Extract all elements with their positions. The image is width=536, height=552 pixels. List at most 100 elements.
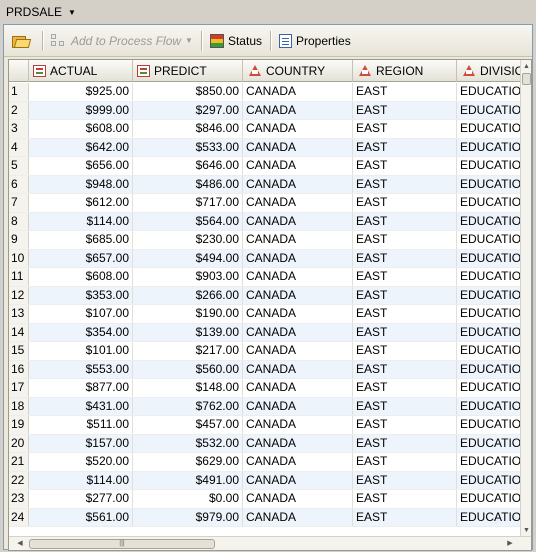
cell-actual[interactable]: $877.00 bbox=[29, 379, 133, 397]
cell-actual[interactable]: $101.00 bbox=[29, 342, 133, 360]
cell-division[interactable]: EDUCATIO bbox=[457, 175, 522, 193]
cell-country[interactable]: CANADA bbox=[243, 286, 353, 304]
cell-division[interactable]: EDUCATIO bbox=[457, 212, 522, 230]
row-number[interactable]: 23 bbox=[9, 490, 29, 508]
cell-country[interactable]: CANADA bbox=[243, 120, 353, 138]
table-row[interactable]: 17 $877.00 $148.00 CANADA EAST EDUCATIO bbox=[9, 379, 522, 398]
row-number[interactable]: 21 bbox=[9, 453, 29, 471]
cell-country[interactable]: CANADA bbox=[243, 305, 353, 323]
table-row[interactable]: 19 $511.00 $457.00 CANADA EAST EDUCATIO bbox=[9, 416, 522, 435]
row-number[interactable]: 11 bbox=[9, 268, 29, 286]
cell-region[interactable]: EAST bbox=[353, 379, 457, 397]
cell-country[interactable]: CANADA bbox=[243, 360, 353, 378]
cell-actual[interactable]: $948.00 bbox=[29, 175, 133, 193]
cell-actual[interactable]: $520.00 bbox=[29, 453, 133, 471]
cell-division[interactable]: EDUCATIO bbox=[457, 194, 522, 212]
table-row[interactable]: 16 $553.00 $560.00 CANADA EAST EDUCATIO bbox=[9, 360, 522, 379]
cell-predict[interactable]: $491.00 bbox=[133, 471, 243, 489]
tab-dropdown-icon[interactable]: ▼ bbox=[68, 8, 76, 17]
cell-division[interactable]: EDUCATIO bbox=[457, 490, 522, 508]
cell-country[interactable]: CANADA bbox=[243, 379, 353, 397]
cell-predict[interactable]: $148.00 bbox=[133, 379, 243, 397]
cell-country[interactable]: CANADA bbox=[243, 175, 353, 193]
cell-country[interactable]: CANADA bbox=[243, 157, 353, 175]
row-number[interactable]: 18 bbox=[9, 397, 29, 415]
cell-actual[interactable]: $553.00 bbox=[29, 360, 133, 378]
cell-division[interactable]: EDUCATIO bbox=[457, 379, 522, 397]
cell-predict[interactable]: $190.00 bbox=[133, 305, 243, 323]
cell-country[interactable]: CANADA bbox=[243, 453, 353, 471]
cell-actual[interactable]: $157.00 bbox=[29, 434, 133, 452]
add-to-process-flow-button[interactable]: Add to Process Flow ▼ bbox=[47, 30, 197, 52]
cell-region[interactable]: EAST bbox=[353, 120, 457, 138]
cell-country[interactable]: CANADA bbox=[243, 490, 353, 508]
cell-division[interactable]: EDUCATIO bbox=[457, 157, 522, 175]
cell-region[interactable]: EAST bbox=[353, 453, 457, 471]
cell-region[interactable]: EAST bbox=[353, 490, 457, 508]
cell-region[interactable]: EAST bbox=[353, 305, 457, 323]
cell-division[interactable]: EDUCATIO bbox=[457, 120, 522, 138]
cell-actual[interactable]: $608.00 bbox=[29, 268, 133, 286]
cell-region[interactable]: EAST bbox=[353, 101, 457, 119]
cell-country[interactable]: CANADA bbox=[243, 268, 353, 286]
table-row[interactable]: 8 $114.00 $564.00 CANADA EAST EDUCATIO bbox=[9, 212, 522, 231]
cell-actual[interactable]: $107.00 bbox=[29, 305, 133, 323]
cell-division[interactable]: EDUCATIO bbox=[457, 268, 522, 286]
column-header-country[interactable]: COUNTRY bbox=[243, 60, 353, 82]
cell-actual[interactable]: $277.00 bbox=[29, 490, 133, 508]
cell-region[interactable]: EAST bbox=[353, 323, 457, 341]
cell-country[interactable]: CANADA bbox=[243, 471, 353, 489]
cell-division[interactable]: EDUCATIO bbox=[457, 83, 522, 101]
table-row[interactable]: 7 $612.00 $717.00 CANADA EAST EDUCATIO bbox=[9, 194, 522, 213]
status-button[interactable]: Status bbox=[206, 30, 266, 52]
cell-country[interactable]: CANADA bbox=[243, 323, 353, 341]
row-number[interactable]: 8 bbox=[9, 212, 29, 230]
cell-predict[interactable]: $564.00 bbox=[133, 212, 243, 230]
cell-predict[interactable]: $846.00 bbox=[133, 120, 243, 138]
table-row[interactable]: 1 $925.00 $850.00 CANADA EAST EDUCATIO bbox=[9, 83, 522, 102]
row-number[interactable]: 17 bbox=[9, 379, 29, 397]
column-header-predict[interactable]: PREDICT bbox=[133, 60, 243, 82]
cell-predict[interactable]: $762.00 bbox=[133, 397, 243, 415]
row-number[interactable]: 1 bbox=[9, 83, 29, 101]
table-row[interactable]: 10 $657.00 $494.00 CANADA EAST EDUCATIO bbox=[9, 249, 522, 268]
cell-division[interactable]: EDUCATIO bbox=[457, 101, 522, 119]
select-all-corner[interactable] bbox=[9, 60, 29, 82]
cell-predict[interactable]: $230.00 bbox=[133, 231, 243, 249]
cell-region[interactable]: EAST bbox=[353, 138, 457, 156]
cell-region[interactable]: EAST bbox=[353, 286, 457, 304]
cell-actual[interactable]: $354.00 bbox=[29, 323, 133, 341]
cell-predict[interactable]: $0.00 bbox=[133, 490, 243, 508]
table-row[interactable]: 21 $520.00 $629.00 CANADA EAST EDUCATIO bbox=[9, 453, 522, 472]
cell-predict[interactable]: $266.00 bbox=[133, 286, 243, 304]
cell-predict[interactable]: $850.00 bbox=[133, 83, 243, 101]
cell-division[interactable]: EDUCATIO bbox=[457, 286, 522, 304]
cell-predict[interactable]: $139.00 bbox=[133, 323, 243, 341]
cell-actual[interactable]: $925.00 bbox=[29, 83, 133, 101]
row-number[interactable]: 5 bbox=[9, 157, 29, 175]
cell-region[interactable]: EAST bbox=[353, 212, 457, 230]
cell-region[interactable]: EAST bbox=[353, 434, 457, 452]
cell-predict[interactable]: $717.00 bbox=[133, 194, 243, 212]
row-number[interactable]: 16 bbox=[9, 360, 29, 378]
cell-division[interactable]: EDUCATIO bbox=[457, 138, 522, 156]
cell-region[interactable]: EAST bbox=[353, 231, 457, 249]
table-row[interactable]: 15 $101.00 $217.00 CANADA EAST EDUCATIO bbox=[9, 342, 522, 361]
row-number[interactable]: 19 bbox=[9, 416, 29, 434]
table-row[interactable]: 12 $353.00 $266.00 CANADA EAST EDUCATIO bbox=[9, 286, 522, 305]
row-number[interactable]: 4 bbox=[9, 138, 29, 156]
table-tab[interactable]: PRDSALE ▼ bbox=[0, 0, 536, 24]
cell-actual[interactable]: $657.00 bbox=[29, 249, 133, 267]
vertical-scrollbar[interactable]: ▲ ▼ bbox=[520, 60, 531, 537]
data-grid[interactable]: ACTUAL PREDICT COUNTRY REGION DIVISION 1… bbox=[8, 59, 532, 551]
column-header-region[interactable]: REGION bbox=[353, 60, 457, 82]
cell-predict[interactable]: $486.00 bbox=[133, 175, 243, 193]
cell-division[interactable]: EDUCATIO bbox=[457, 231, 522, 249]
cell-predict[interactable]: $297.00 bbox=[133, 101, 243, 119]
cell-predict[interactable]: $457.00 bbox=[133, 416, 243, 434]
cell-country[interactable]: CANADA bbox=[243, 508, 353, 526]
cell-region[interactable]: EAST bbox=[353, 342, 457, 360]
scroll-up-icon[interactable]: ▲ bbox=[522, 62, 531, 71]
cell-predict[interactable]: $560.00 bbox=[133, 360, 243, 378]
row-number[interactable]: 9 bbox=[9, 231, 29, 249]
